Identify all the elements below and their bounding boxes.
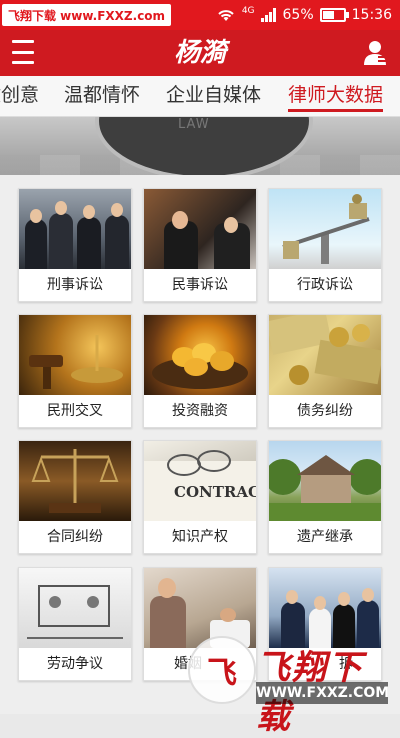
tab-wendu-qinghuai[interactable]: 温都情怀: [64, 76, 140, 116]
user-profile-icon[interactable]: [362, 38, 388, 66]
network-type: 4G: [241, 6, 255, 16]
banner-image[interactable]: LAW: [0, 117, 400, 175]
status-indicators: 4G 65% 15:36: [216, 0, 392, 30]
card-label: 遗产继承: [297, 529, 353, 545]
card-image: [144, 315, 256, 395]
card-image: [269, 315, 381, 395]
watermark-logo: 飞: [188, 636, 256, 704]
battery-percent: 65%: [282, 7, 314, 23]
tab-qiye-zimeiti[interactable]: 企业自媒体: [166, 76, 261, 116]
card-xingzheng-susong[interactable]: 行政诉讼: [268, 188, 382, 302]
card-zhaiwu-jiufen[interactable]: 债务纠纷: [268, 314, 382, 428]
wifi-icon: [218, 10, 234, 21]
card-touzi-rongzi[interactable]: 投资融资: [143, 314, 257, 428]
card-image: [19, 441, 131, 521]
card-label: 合同纠纷: [47, 529, 103, 545]
card-yichan-jicheng[interactable]: 遗产继承: [268, 440, 382, 554]
card-image: [19, 189, 131, 269]
tab-weichuangyi[interactable]: 微创意: [0, 76, 39, 116]
tab-lvshi-dashuju[interactable]: 律师大数据: [288, 76, 384, 116]
card-image: [269, 189, 381, 269]
watermark-top: 飞翔下载 www.FXXZ.com: [2, 4, 172, 26]
card-image: [144, 189, 256, 269]
app-logo: 杨漪: [173, 38, 226, 68]
card-label: 债务纠纷: [297, 403, 353, 419]
card-label: 刑事诉讼: [47, 277, 103, 293]
card-label: 民事诉讼: [172, 277, 228, 293]
watermark-url: WWW.FXXZ.COM: [256, 682, 389, 704]
card-image: [269, 441, 381, 521]
card-label: 民刑交叉: [47, 403, 103, 419]
card-minxing-jiaocha[interactable]: 民刑交叉: [18, 314, 132, 428]
watermark-bottom: 飞 飞翔下载 WWW.FXXZ.COM: [186, 630, 396, 737]
status-bar: 飞翔下载 www.FXXZ.com 4G 65% 15:36: [0, 0, 400, 30]
card-label: 投资融资: [172, 403, 228, 419]
card-laodong-zhengyi[interactable]: 劳动争议: [18, 567, 132, 681]
card-image: CONTRAC: [144, 441, 256, 521]
card-label: 行政诉讼: [297, 277, 353, 293]
card-zhishi-chanquan[interactable]: CONTRAC 知识产权: [143, 440, 257, 554]
app-header: 杨漪: [0, 30, 400, 76]
card-image: [19, 568, 131, 648]
card-image: [19, 315, 131, 395]
category-tabs: 微创意 温都情怀 企业自媒体 律师大数据: [0, 76, 400, 117]
card-hetong-jiufen[interactable]: 合同纠纷: [18, 440, 132, 554]
card-label: 知识产权: [172, 529, 228, 545]
menu-icon[interactable]: [12, 40, 34, 64]
clock: 15:36: [351, 7, 392, 23]
card-label: 劳动争议: [47, 656, 103, 672]
battery-icon: [319, 8, 349, 22]
card-minshi-susong[interactable]: 民事诉讼: [143, 188, 257, 302]
signal-icon: [260, 8, 276, 22]
banner-label: LAW: [178, 117, 210, 132]
card-xingshi-susong[interactable]: 刑事诉讼: [18, 188, 132, 302]
contract-text: CONTRAC: [174, 483, 256, 501]
